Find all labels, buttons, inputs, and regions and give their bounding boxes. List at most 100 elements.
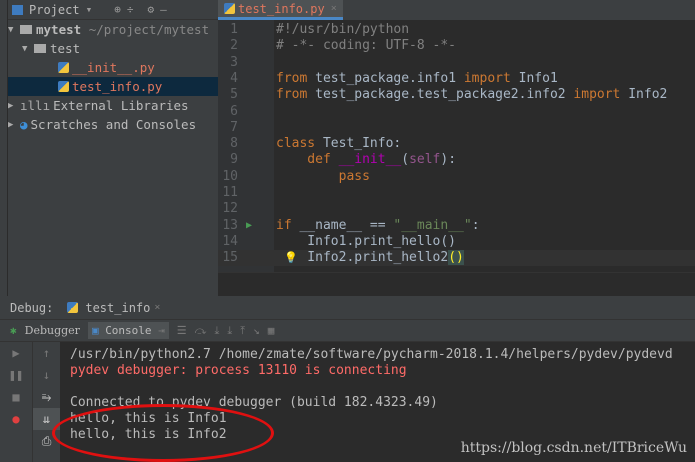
evaluate-icon[interactable]: ▦ (268, 324, 275, 337)
code-token: class (276, 136, 316, 152)
code-area[interactable]: 1 #!/usr/bin/python 2 # -*- coding: UTF-8 -… (218, 20, 695, 272)
bug-icon[interactable]: ✱ (10, 324, 17, 337)
pause-icon[interactable]: ❚❚ (0, 364, 32, 386)
line-number: 5 (230, 87, 238, 103)
line-number: 6 (230, 103, 238, 119)
label: Scratches and Consoles (30, 117, 197, 132)
line-number: 11 (222, 185, 238, 200)
up-icon[interactable]: ↑ (33, 342, 60, 364)
close-icon[interactable]: × (331, 3, 337, 14)
code-token: pass (276, 168, 370, 184)
target-icon[interactable]: ⊕ (114, 3, 121, 16)
code-line[interactable]: 13 ▶ if __name__ == "__main__": (218, 218, 695, 234)
code-token: Info1 (510, 70, 558, 86)
step-into-icon[interactable]: ⤓ (227, 324, 232, 338)
python-icon (67, 302, 79, 313)
code-line[interactable]: 12 (218, 201, 695, 217)
code-line[interactable]: 1 #!/usr/bin/python (218, 22, 695, 38)
library-icon: ıllı (20, 98, 51, 113)
expand-icon[interactable]: ▶ (8, 101, 20, 111)
code-line[interactable]: 7 (218, 120, 695, 136)
code-line[interactable]: 10 pass (218, 169, 695, 185)
line-number: 4 (230, 70, 238, 86)
code-token: test_package.info1 (307, 70, 464, 86)
label: External Libraries (53, 98, 189, 113)
code-line[interactable]: 6 (218, 104, 695, 120)
code-token: self (409, 152, 441, 168)
code-token: #!/usr/bin/python (276, 22, 410, 37)
code-token: import (463, 70, 511, 86)
left-tool-strip[interactable] (0, 0, 8, 296)
tree-root[interactable]: ▼ mytest ~/project/mytest (8, 20, 218, 39)
soft-wrap-icon[interactable]: ⥱ (33, 386, 60, 408)
code-token: () (448, 250, 464, 266)
resume-icon[interactable]: ▶ (0, 342, 32, 364)
code-token: ): (440, 152, 457, 168)
line-number: 13 (222, 217, 238, 233)
hide-icon[interactable]: — (160, 3, 167, 16)
code-line[interactable]: 3 (218, 55, 695, 71)
run-icon[interactable]: ▶ (246, 218, 252, 234)
code-line[interactable]: 15 💡 Info2.print_hello2() (218, 250, 695, 267)
editor[interactable]: test_info.py × 1 #!/usr/bin/python 2 # -*- c… (218, 0, 695, 296)
python-file-icon (58, 81, 69, 92)
line-number: 2 (230, 38, 238, 54)
code-line[interactable]: 4 from test_package.info1 import Info1 (218, 71, 695, 87)
watermark: https://blog.csdn.net/ITBriceWu (460, 440, 687, 456)
code-text: # -*- coding: UTF-8 -*- (276, 38, 456, 54)
code-line[interactable]: 2 # -*- coding: UTF-8 -*- (218, 38, 695, 54)
file-name: __init__.py (72, 60, 155, 75)
gear-icon[interactable]: ⚙ (147, 3, 154, 16)
code-line[interactable]: 9 def __init__(self): (218, 152, 695, 168)
step-out-icon[interactable]: ⤒ (240, 324, 245, 338)
session-name: test_info (85, 300, 151, 315)
debug-session-tab[interactable]: test_info × (67, 301, 160, 315)
code-token: Info2.print_hello2 (276, 250, 449, 266)
close-icon[interactable]: × (154, 302, 160, 313)
code-token: : (471, 217, 480, 233)
tree-scratches[interactable]: ▶ ◕ Scratches and Consoles (8, 115, 218, 134)
line-number: 8 (230, 136, 238, 152)
down-icon[interactable]: ↓ (33, 364, 60, 386)
chevron-down-icon[interactable]: ▾ (86, 3, 93, 16)
collapse-icon[interactable]: ÷ (127, 3, 134, 16)
expand-icon[interactable]: ▶ (8, 120, 20, 130)
tree-folder-test[interactable]: ▼ test (8, 39, 218, 58)
tab-console[interactable]: ▣ Console ⇥ (87, 322, 169, 339)
tab-debugger[interactable]: Debugger (25, 324, 80, 337)
editor-empty-area (218, 272, 695, 296)
code-token: ( (401, 152, 410, 168)
root-path: ~/project/mytest (88, 22, 210, 37)
breakpoints-icon[interactable]: ● (0, 408, 32, 430)
code-line[interactable]: 11 (218, 185, 695, 201)
tab-test-info[interactable]: test_info.py × (218, 0, 343, 20)
code-token: __init__ (338, 152, 402, 168)
code-text: from test_package.info1 import Info1 (276, 71, 558, 87)
code-line[interactable]: 14 Info1.print_hello() (218, 234, 695, 250)
folder-icon (34, 44, 46, 53)
line-number: 7 (230, 119, 238, 135)
menu-icon[interactable]: ☰ (177, 324, 187, 337)
expand-icon[interactable]: ▼ (22, 44, 34, 54)
tree-file-test-info[interactable]: test_info.py (8, 77, 218, 96)
project-header: Project ▾ ⊕ ÷ ⚙ — (8, 0, 218, 20)
code-line[interactable]: 5 from test_package.test_package2.info2 i… (218, 87, 695, 103)
run-to-cursor-icon[interactable]: ↘ (253, 324, 260, 337)
project-title[interactable]: Project (29, 3, 80, 17)
tree-external-libraries[interactable]: ▶ ıllı External Libraries (8, 96, 218, 115)
console-line: /usr/bin/python2.7 /home/zmate/software/… (70, 347, 673, 362)
tree-file-init[interactable]: __init__.py (8, 58, 218, 77)
file-name: test_info.py (72, 79, 163, 94)
code-text: def __init__(self): (276, 152, 456, 168)
expand-icon[interactable]: ▼ (8, 25, 20, 35)
code-text: Info1.print_hello() (276, 234, 456, 250)
code-token: Info1.print_hello() (276, 233, 457, 249)
code-line[interactable]: 8 class Test_Info: (218, 136, 695, 152)
step-over-icon[interactable]: ⤓ (214, 324, 219, 338)
show-execution-point-icon[interactable]: ⤼ (195, 324, 207, 338)
line-number: 9 (230, 152, 238, 168)
folder-icon (20, 25, 32, 34)
stop-icon[interactable]: ■ (0, 386, 32, 408)
pin-icon: ⇥ (158, 324, 165, 337)
